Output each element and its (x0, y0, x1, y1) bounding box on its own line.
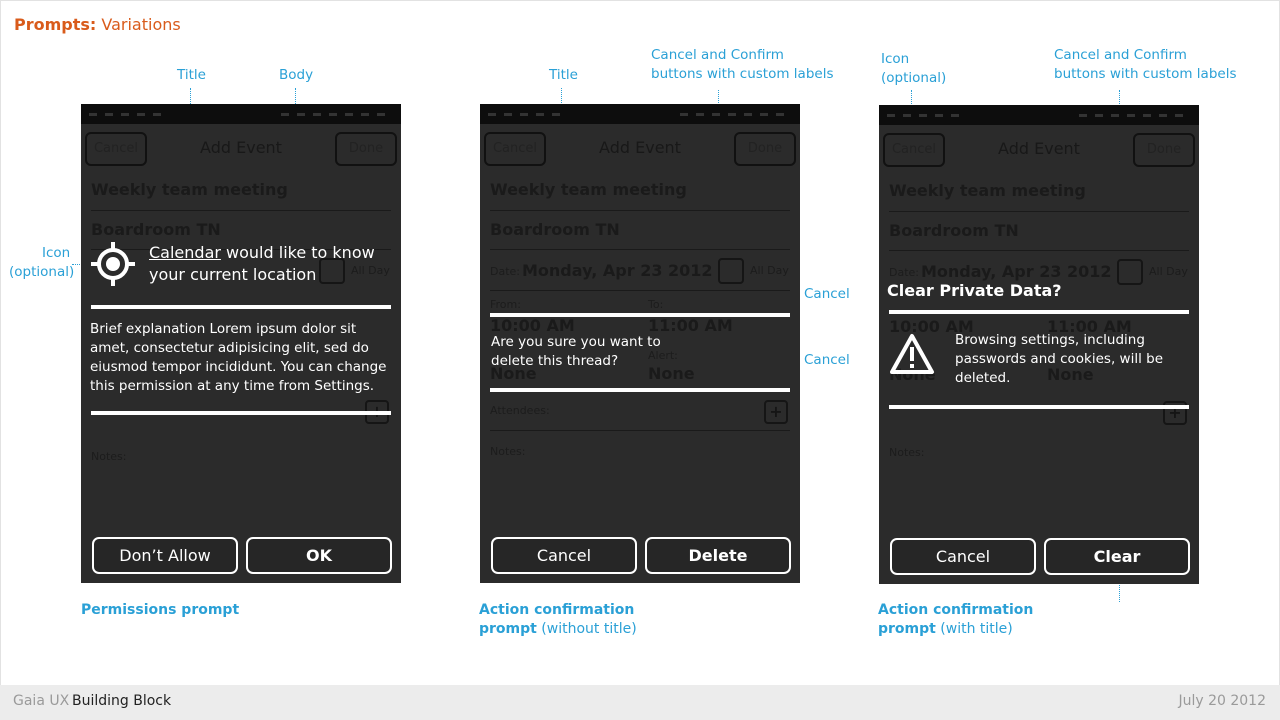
ok-button[interactable]: OK (246, 537, 392, 574)
event-name: Weekly team meeting (91, 180, 288, 199)
allday-label: All Day (750, 264, 789, 277)
done-button[interactable]: Done (335, 132, 397, 166)
add-attendee-icon[interactable]: + (764, 400, 788, 424)
clear-button[interactable]: Clear (1044, 538, 1190, 575)
footer-date: July 20 2012 (1178, 693, 1266, 709)
to-label: To: (648, 298, 664, 311)
prompt-divider (490, 313, 790, 317)
caption-permissions-prompt: Permissions prompt (81, 602, 240, 618)
prompt-divider (889, 310, 1189, 314)
annotation-title: Title (177, 67, 206, 83)
date-value: Monday, Apr 23 2012 (522, 261, 713, 280)
event-location: Boardroom TN (889, 221, 1019, 240)
prompt-divider (889, 405, 1189, 409)
footer: Gaia UX Building Block July 20 2012 (0, 685, 1280, 720)
phone-action-confirmation-with-title: Cancel Add Event Done Weekly team meetin… (879, 105, 1199, 584)
caption-action-confirmation-with-title: Action confirmation prompt (with title) (878, 602, 1034, 637)
allday-checkbox[interactable] (718, 258, 744, 284)
event-location: Boardroom TN (91, 220, 221, 239)
prompt-title: Clear Private Data? (887, 281, 1062, 300)
annotation-cancel: Cancel (804, 286, 850, 302)
annotation-custom-labels: Cancel and Confirm (651, 47, 784, 63)
footer-brand: Gaia UX (13, 693, 70, 709)
notes-label: Notes: (91, 450, 127, 463)
app-name-link[interactable]: Calendar (149, 243, 221, 262)
dont-allow-button[interactable]: Don’t Allow (92, 537, 238, 574)
annotation-icon: Icon (42, 245, 71, 261)
prompt-body: Brief explanation Lorem ipsum dolor sit … (90, 321, 387, 394)
notes-label: Notes: (889, 446, 925, 459)
attendees-label: Attendees: (490, 404, 550, 417)
notes-label: Notes: (490, 445, 526, 458)
date-label: Date: (889, 266, 919, 279)
footer-section: Building Block (72, 693, 172, 709)
date-label: Date: (490, 265, 520, 278)
annotation-icon-optional: (optional) (881, 70, 947, 86)
event-name: Weekly team meeting (490, 180, 687, 199)
status-bar (480, 104, 800, 124)
annotation-custom-labels: Cancel and Confirm (1054, 47, 1187, 63)
location-target-icon (91, 242, 135, 290)
annotation-icon-optional: (optional) (9, 264, 75, 280)
annotation-icon: Icon (881, 51, 910, 67)
event-name: Weekly team meeting (889, 181, 1086, 200)
done-button[interactable]: Done (734, 132, 796, 166)
allday-label: All Day (1149, 265, 1188, 278)
caption-action-confirmation-no-title: Action confirmation prompt (without titl… (479, 602, 637, 637)
prompt-divider (91, 305, 391, 309)
annotation-cancel: Cancel (804, 352, 850, 368)
prompt-divider (91, 411, 391, 415)
done-button[interactable]: Done (1133, 133, 1195, 167)
status-bar (81, 104, 401, 124)
annotation-custom-labels: buttons with custom labels (651, 66, 834, 82)
delete-button[interactable]: Delete (645, 537, 791, 574)
date-value: Monday, Apr 23 2012 (921, 262, 1112, 281)
prompt-title: Calendar would like to know your current… (149, 243, 375, 284)
allday-checkbox[interactable] (1117, 259, 1143, 285)
from-label: From: (490, 298, 521, 311)
slide-title: Prompts: Variations (14, 15, 181, 34)
cancel-button[interactable]: Cancel (890, 538, 1036, 575)
annotation-custom-labels: buttons with custom labels (1054, 66, 1237, 82)
prompt-message: Browsing settings, including passwords a… (955, 332, 1163, 386)
prompt-divider (490, 388, 790, 392)
prompt-message: Are you sure you want to delete this thr… (491, 334, 661, 369)
phone-action-confirmation-no-title: Cancel Add Event Done Weekly team meetin… (480, 104, 800, 583)
cancel-button[interactable]: Cancel (491, 537, 637, 574)
phone-permissions-prompt: Cancel Add Event Done Weekly team meetin… (81, 104, 401, 583)
status-bar (879, 105, 1199, 125)
event-location: Boardroom TN (490, 220, 620, 239)
annotation-body: Body (279, 67, 314, 83)
warning-icon (889, 333, 935, 379)
annotation-title: Title (549, 67, 578, 83)
